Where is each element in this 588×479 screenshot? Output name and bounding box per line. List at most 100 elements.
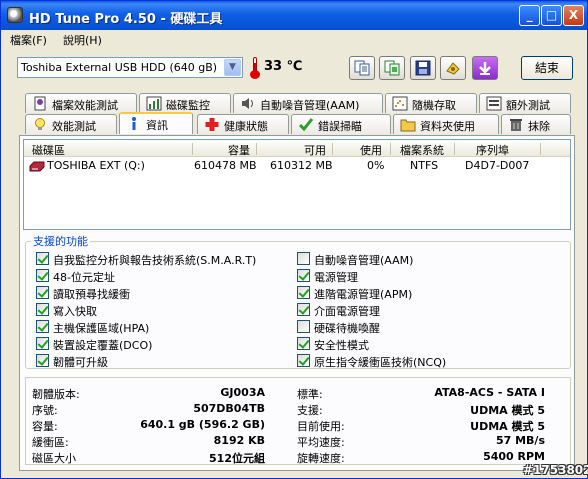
volume-capacity: 610478 MB <box>194 159 257 172</box>
info-value: 8192 KB <box>213 434 265 447</box>
tab-extra-tests[interactable]: 額外測試 <box>479 93 571 113</box>
info-label: 磁區大小 <box>32 452 76 465</box>
checkbox-unchecked[interactable] <box>297 252 310 265</box>
column-header-capacity[interactable]: 容量 <box>228 142 250 158</box>
tab-folder-usage[interactable]: 資料夾使用 <box>393 114 499 134</box>
minimize-button[interactable]: _ <box>519 5 540 26</box>
exit-button[interactable]: 結束 <box>521 56 573 80</box>
info-value: 512位元組 <box>209 452 265 465</box>
checkbox-checked[interactable] <box>297 269 310 282</box>
volume-free: 610312 MB <box>270 159 333 172</box>
feature-label: 48-位元定址 <box>53 271 115 284</box>
checkbox-checked[interactable] <box>36 354 49 367</box>
maximize-button[interactable]: □ <box>541 5 562 26</box>
column-header-free[interactable]: 可用 <box>304 142 326 158</box>
thermometer-icon <box>249 57 261 79</box>
info-value: 57 MB/s <box>495 434 545 447</box>
info-value: 640.1 gB (596.2 GB) <box>140 418 265 431</box>
column-header-volume[interactable]: 磁碟區 <box>32 142 65 158</box>
info-value: UDMA 模式 5 <box>470 404 545 417</box>
checkbox-checked[interactable] <box>36 337 49 350</box>
info-icon <box>132 117 136 130</box>
hard-drive-icon <box>29 161 45 172</box>
tab-aam[interactable]: 自動噪音管理(AAM) <box>233 93 383 113</box>
feature-label: 自我監控分析與報告技術系統(S.M.A.R.T) <box>53 254 257 267</box>
tab-label: 資料夾使用 <box>420 120 475 133</box>
file-benchmark-icon <box>34 96 46 111</box>
volume-list-header: 磁碟區 容量 可用 使用 檔案系統 序列埠 <box>24 140 570 157</box>
info-label: 緩衝區: <box>32 436 69 449</box>
checkbox-checked[interactable] <box>36 252 49 265</box>
copy-screen-button[interactable] <box>379 56 405 80</box>
checkbox-checked[interactable] <box>297 286 310 299</box>
extra-tests-icon <box>486 96 502 111</box>
tab-file-benchmark[interactable]: 檔案效能測試 <box>25 93 137 113</box>
info-label: 容量: <box>32 420 58 433</box>
feature-label: 電源管理 <box>314 271 358 284</box>
watermark: #1753802 <box>523 463 588 477</box>
download-button[interactable] <box>472 56 498 80</box>
feature-label: 自動噪音管理(AAM) <box>314 254 414 267</box>
folder-icon <box>400 119 416 132</box>
disk-monitor-icon <box>146 96 162 111</box>
tab-random-access[interactable]: 隨機存取 <box>385 93 477 113</box>
feature-label: 讀取預尋找緩衝 <box>53 288 130 301</box>
feature-label: 裝置設定覆蓋(DCO) <box>53 339 153 352</box>
info-label: 韌體版本: <box>32 388 80 401</box>
column-header-serial[interactable]: 序列埠 <box>476 142 509 158</box>
temperature-readout: 33 ℃ <box>264 59 303 74</box>
info-label: 目前使用: <box>297 420 345 433</box>
info-label: 平均速度: <box>297 436 345 449</box>
tab-label: 健康狀態 <box>224 120 268 133</box>
menu-bar: 檔案(F) 說明(H) <box>1 30 587 49</box>
checkbox-checked[interactable] <box>36 269 49 282</box>
tab-benchmark[interactable]: 效能測試 <box>25 114 117 134</box>
title-bar: HD Tune Pro 4.50 - 硬碟工具 _ □ X <box>1 1 587 30</box>
drive-select[interactable]: Toshiba External USB HDD (640 gB) ▼ <box>17 57 243 78</box>
checkbox-unchecked[interactable] <box>297 320 310 333</box>
menu-help[interactable]: 說明(H) <box>63 32 102 48</box>
save-button[interactable] <box>410 56 436 80</box>
tab-label: 磁碟監控 <box>166 99 210 112</box>
tab-disk-monitor[interactable]: 磁碟監控 <box>139 93 231 113</box>
trash-icon <box>510 119 522 131</box>
tab-health[interactable]: 健康狀態 <box>197 114 289 134</box>
volume-name[interactable]: TOSHIBA EXT (Q:) <box>47 159 145 172</box>
checkbox-checked[interactable] <box>36 320 49 333</box>
volume-usage: 0% <box>367 159 385 172</box>
checkbox-checked[interactable] <box>297 337 310 350</box>
feature-label: 硬碟待機喚醒 <box>314 322 380 335</box>
volume-list[interactable]: 磁碟區 容量 可用 使用 檔案系統 序列埠 TOSHIBA EXT (Q:) 6… <box>23 139 571 230</box>
info-label: 序號: <box>32 404 58 417</box>
checkbox-checked[interactable] <box>36 303 49 316</box>
save-icon <box>415 60 431 76</box>
feature-label: 韌體可升級 <box>53 356 108 369</box>
feature-label: 主機保護區域(HPA) <box>53 322 150 335</box>
tab-label: 自動噪音管理(AAM) <box>260 99 360 112</box>
speaker-icon <box>242 98 253 109</box>
app-window: HD Tune Pro 4.50 - 硬碟工具 _ □ X 檔案(F) 說明(H… <box>0 0 588 479</box>
checkbox-checked[interactable] <box>297 303 310 316</box>
column-header-filesystem[interactable]: 檔案系統 <box>400 142 444 158</box>
tab-info[interactable]: 資訊 <box>119 112 193 134</box>
health-cross-icon <box>205 118 219 131</box>
tab-erase[interactable]: 抹除 <box>501 114 571 134</box>
menu-file[interactable]: 檔案(F) <box>10 32 47 48</box>
tab-label: 錯誤掃瞄 <box>318 120 362 133</box>
checkbox-checked[interactable] <box>297 354 310 367</box>
tab-label: 效能測試 <box>52 120 96 133</box>
copy-text-button[interactable] <box>349 56 375 80</box>
tab-error-scan[interactable]: 錯誤掃瞄 <box>291 114 391 134</box>
tab-label: 資訊 <box>146 119 168 132</box>
hdtune-app-icon <box>7 7 23 23</box>
options-icon <box>446 62 460 75</box>
feature-label: 寫入快取 <box>53 305 97 318</box>
volume-serial: D4D7-D007 <box>465 159 530 172</box>
close-button[interactable]: X <box>563 5 584 26</box>
feature-label: 安全性模式 <box>314 339 369 352</box>
feature-label: 原生指令緩衝區技術(NCQ) <box>314 356 447 369</box>
chevron-down-icon[interactable]: ▼ <box>224 59 241 76</box>
options-button[interactable] <box>440 56 466 80</box>
checkbox-checked[interactable] <box>36 286 49 299</box>
column-header-usage[interactable]: 使用 <box>360 142 382 158</box>
